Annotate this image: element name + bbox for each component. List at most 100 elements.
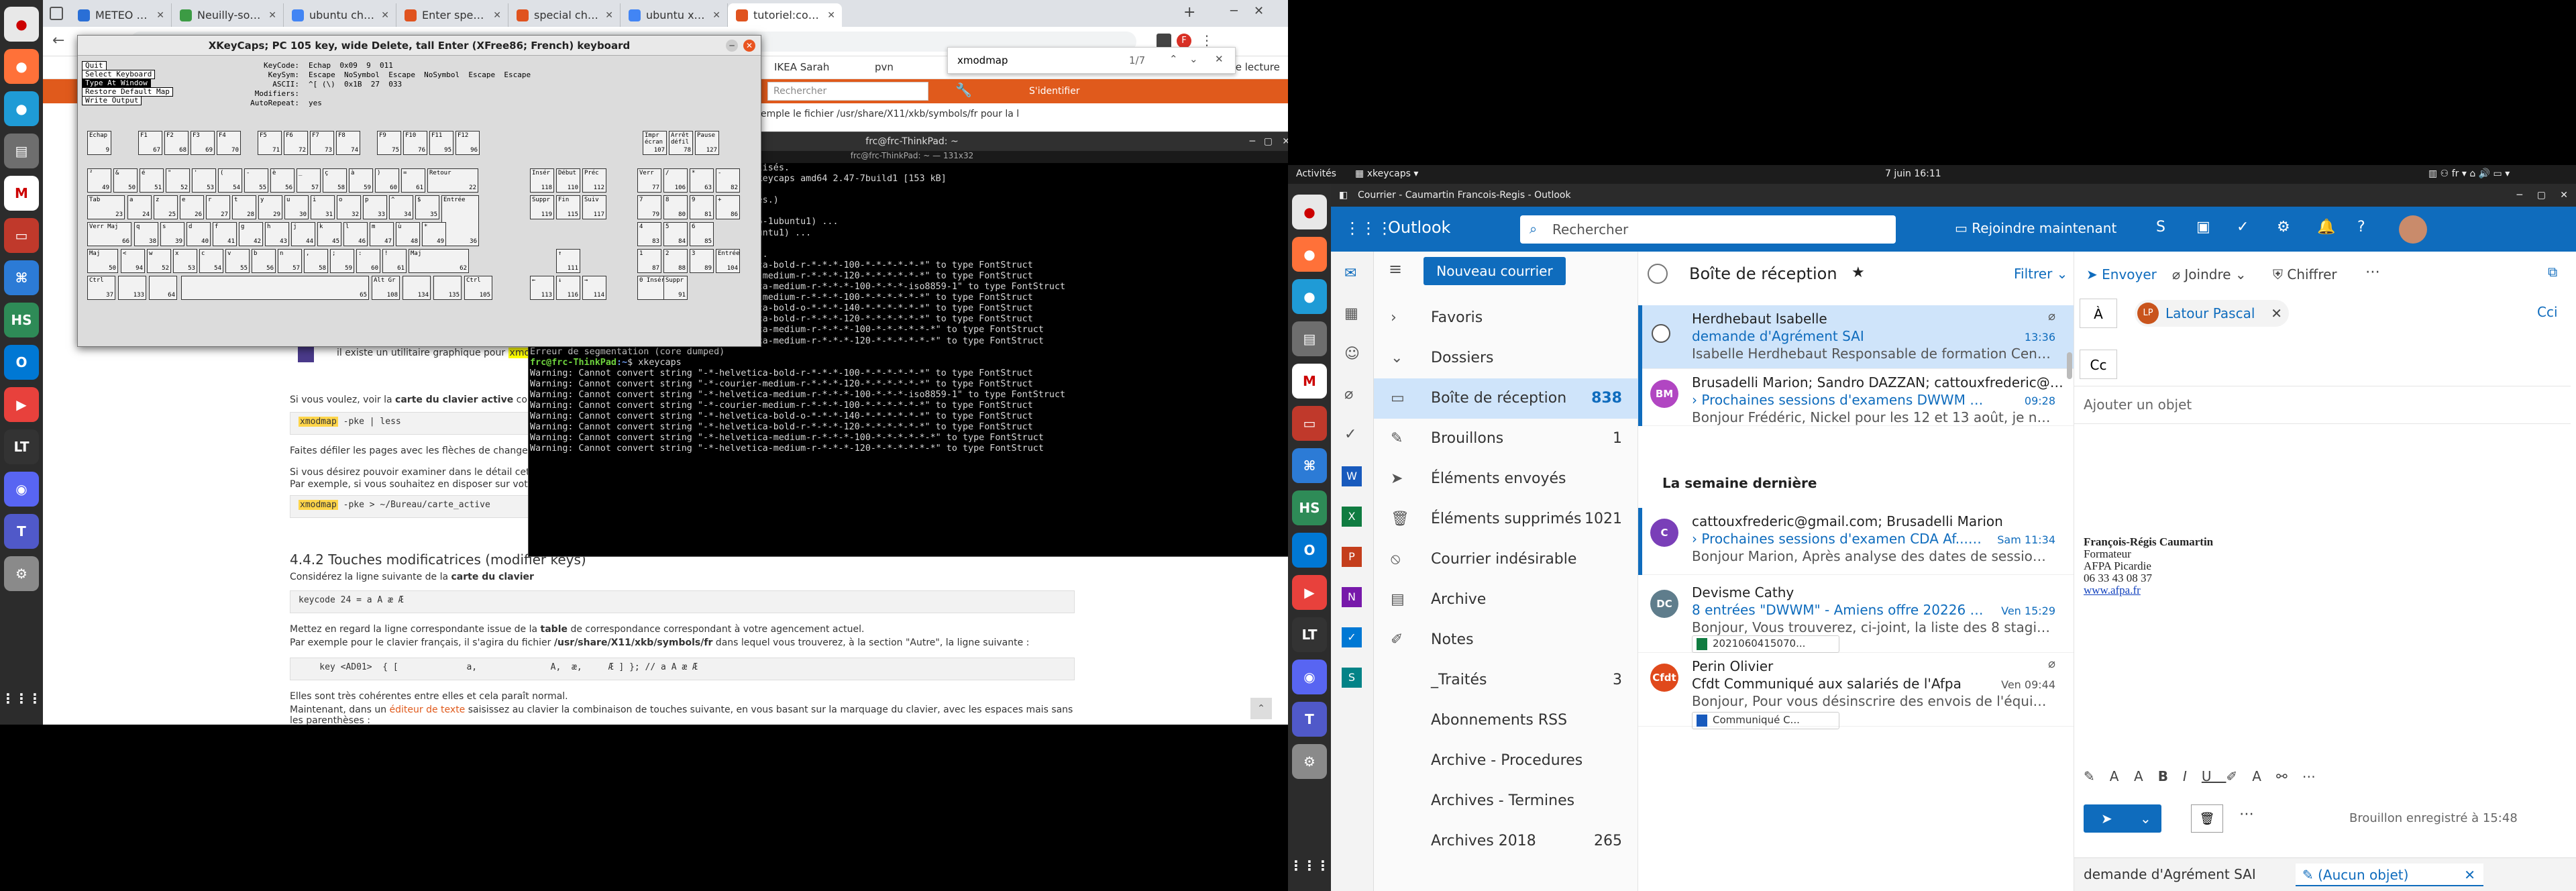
xk-minimize-icon[interactable]: ─ (726, 40, 738, 52)
expand-chevron-icon[interactable]: › (1692, 392, 1701, 408)
attachment-chip[interactable]: Communiqué C... (1692, 712, 1839, 729)
favorite-star-icon[interactable]: ★ (1851, 264, 1865, 281)
firefox-dock-icon[interactable]: ● (1292, 237, 1327, 272)
join-now[interactable]: ▭ Rejoindre maintenant (1955, 220, 2116, 236)
settings-dock-icon[interactable]: ⚙ (1292, 744, 1327, 779)
bcc-button[interactable]: Cci (2537, 304, 2558, 320)
key[interactable]: 134 (402, 276, 431, 300)
extension-icon[interactable] (1157, 34, 1171, 48)
key[interactable]: Pause 127 (695, 131, 719, 155)
more-format-icon[interactable]: ⋯ (2302, 768, 2330, 784)
key[interactable]: u 30 (284, 195, 309, 219)
key[interactable]: Tab 23 (87, 195, 125, 219)
expand-chevron-icon[interactable]: › (1692, 531, 1701, 547)
select-check[interactable] (1652, 324, 1670, 343)
browser-tab[interactable]: Enter special chara✕ (396, 3, 508, 27)
select-all-check[interactable] (1648, 264, 1668, 284)
font-color-icon[interactable]: A (2252, 768, 2276, 784)
key[interactable]: c 54 (199, 249, 223, 273)
key[interactable]: q 38 (134, 222, 158, 246)
remmina-dock-icon[interactable]: ▭ (4, 218, 39, 253)
bookmark-ikea[interactable]: IKEA Sarah (774, 61, 829, 73)
key[interactable]: à 59 (349, 168, 373, 193)
key[interactable]: 65 (181, 276, 369, 300)
folder-archives-termines[interactable]: Archives - Termines (1374, 781, 1638, 821)
key[interactable]: 133 (118, 276, 146, 300)
key[interactable]: y 29 (258, 195, 282, 219)
key[interactable]: ù 48 (396, 222, 420, 246)
subject-input[interactable]: Ajouter un objet (2084, 397, 2192, 413)
xk-type-at-window-button[interactable]: Type At Window (82, 78, 151, 88)
signature-link[interactable]: www.afpa.fr (2084, 584, 2213, 596)
key[interactable]: Maj 50 (87, 249, 118, 273)
browser-tab[interactable]: special characters -✕ (508, 3, 621, 27)
gmail-dock-icon[interactable]: M (1292, 364, 1327, 399)
key[interactable]: 8 80 (663, 195, 688, 219)
key[interactable]: ) 60 (375, 168, 399, 193)
message-item[interactable]: DC Devisme Cathy 8 entrées "DWWM" - Amiens… (1638, 579, 2074, 653)
tools-icon[interactable]: 🔧 (955, 82, 974, 101)
key[interactable]: n 57 (278, 249, 302, 273)
key[interactable]: ^ 34 (389, 195, 413, 219)
key[interactable]: * 63 (690, 168, 714, 193)
key[interactable]: z 25 (154, 195, 178, 219)
chrome-dock-icon[interactable]: ● (1292, 195, 1327, 229)
to-button[interactable]: À (2080, 299, 2117, 328)
key[interactable]: , 58 (304, 249, 328, 273)
link-icon[interactable]: ⚯ (2276, 768, 2302, 784)
tray[interactable]: ▥ ⚇ fr ▾ ⌂ 🔊 ▭ ▾ (2428, 168, 2510, 179)
key[interactable]: ↓ 116 (556, 276, 580, 300)
minimize-icon[interactable]: ─ (1230, 4, 1238, 18)
todo-icon[interactable]: ✓ (2237, 219, 2249, 235)
key[interactable]: m 47 (370, 222, 394, 246)
folder--l-ments-envoy-s[interactable]: ➤ Éléments envoyés (1374, 459, 1638, 499)
key[interactable]: f 41 (213, 222, 237, 246)
key[interactable]: +86 (716, 195, 740, 219)
key[interactable]: j 44 (291, 222, 315, 246)
folder-courrier-ind-sirable[interactable]: ⦸ Courrier indésirable (1374, 539, 1638, 580)
folder-archive[interactable]: ▤ Archive (1374, 580, 1638, 620)
folder--l-ments-supprim-s[interactable]: 🗑 Éléments supprimés 1021 (1374, 499, 1638, 539)
gmail-dock-icon[interactable]: M (4, 176, 39, 211)
highlight-icon[interactable]: ✐ (2226, 768, 2253, 784)
remove-recipient-icon[interactable]: ✕ (2271, 300, 2282, 327)
key[interactable]: l 46 (343, 222, 368, 246)
tab-close-icon[interactable]: ✕ (822, 10, 835, 21)
onenote-icon[interactable]: N (1342, 587, 1362, 607)
key[interactable]: 6 85 (690, 222, 714, 246)
key[interactable]: Verr Maj 66 (87, 222, 131, 246)
tab-close-icon[interactable]: ✕ (488, 10, 501, 21)
message-item[interactable]: Ccattouxfrederic@gmail.com; Brusadelli M… (1638, 508, 2074, 575)
active-app[interactable]: ▦ xkeycaps ▾ (1355, 168, 1418, 179)
key[interactable]: " 52 (166, 168, 190, 193)
send-options-icon[interactable]: ⌄ (2140, 804, 2151, 833)
people-icon[interactable]: ☺ (1344, 346, 1360, 362)
find-input[interactable]: xmodmap (957, 54, 1008, 66)
browser-tab[interactable]: Neuilly-sous-Clerm✕ (172, 3, 284, 27)
key[interactable]: F6 72 (284, 131, 308, 155)
key[interactable]: F1 67 (138, 131, 162, 155)
o-close-icon[interactable]: ✕ (2560, 184, 2568, 207)
menu-icon[interactable]: ⋮ (1200, 32, 1214, 48)
mail-icon[interactable]: ✉ (1344, 265, 1356, 282)
user-avatar[interactable] (2399, 215, 2427, 244)
find-next-icon[interactable]: ⌄ (1189, 53, 1198, 65)
apps-dock-icon[interactable]: ⋮⋮⋮ (1289, 848, 1330, 883)
key[interactable]: e 26 (180, 195, 204, 219)
hamburger-icon[interactable]: ≡ (1389, 260, 1402, 278)
folder--trait-s[interactable]: _Traités 3 (1374, 660, 1638, 700)
key[interactable]: Suppr 91 (663, 276, 688, 300)
folders-toggle[interactable]: ⌄ Dossiers (1374, 338, 1638, 378)
settings-dock-icon[interactable]: ⚙ (4, 556, 39, 591)
browser-tab[interactable]: tutoriel:comprend✕ (728, 3, 842, 27)
key[interactable]: → 114 (582, 276, 606, 300)
key[interactable]: _ 57 (297, 168, 321, 193)
key[interactable]: Suiv 117 (582, 195, 606, 219)
attachment-chip[interactable]: 2021060415070... (1692, 635, 1839, 653)
key[interactable]: Préc 112 (582, 168, 606, 193)
filter-button[interactable]: Filtrer ⌄ (2014, 266, 2068, 282)
folder-archive-procedures[interactable]: Archive - Procedures (1374, 741, 1638, 781)
key[interactable]: Insér 118 (530, 168, 554, 193)
teams-icon[interactable]: ▣ (2196, 219, 2210, 235)
recipient-chip[interactable]: LP Latour Pascal ✕ (2135, 300, 2289, 327)
